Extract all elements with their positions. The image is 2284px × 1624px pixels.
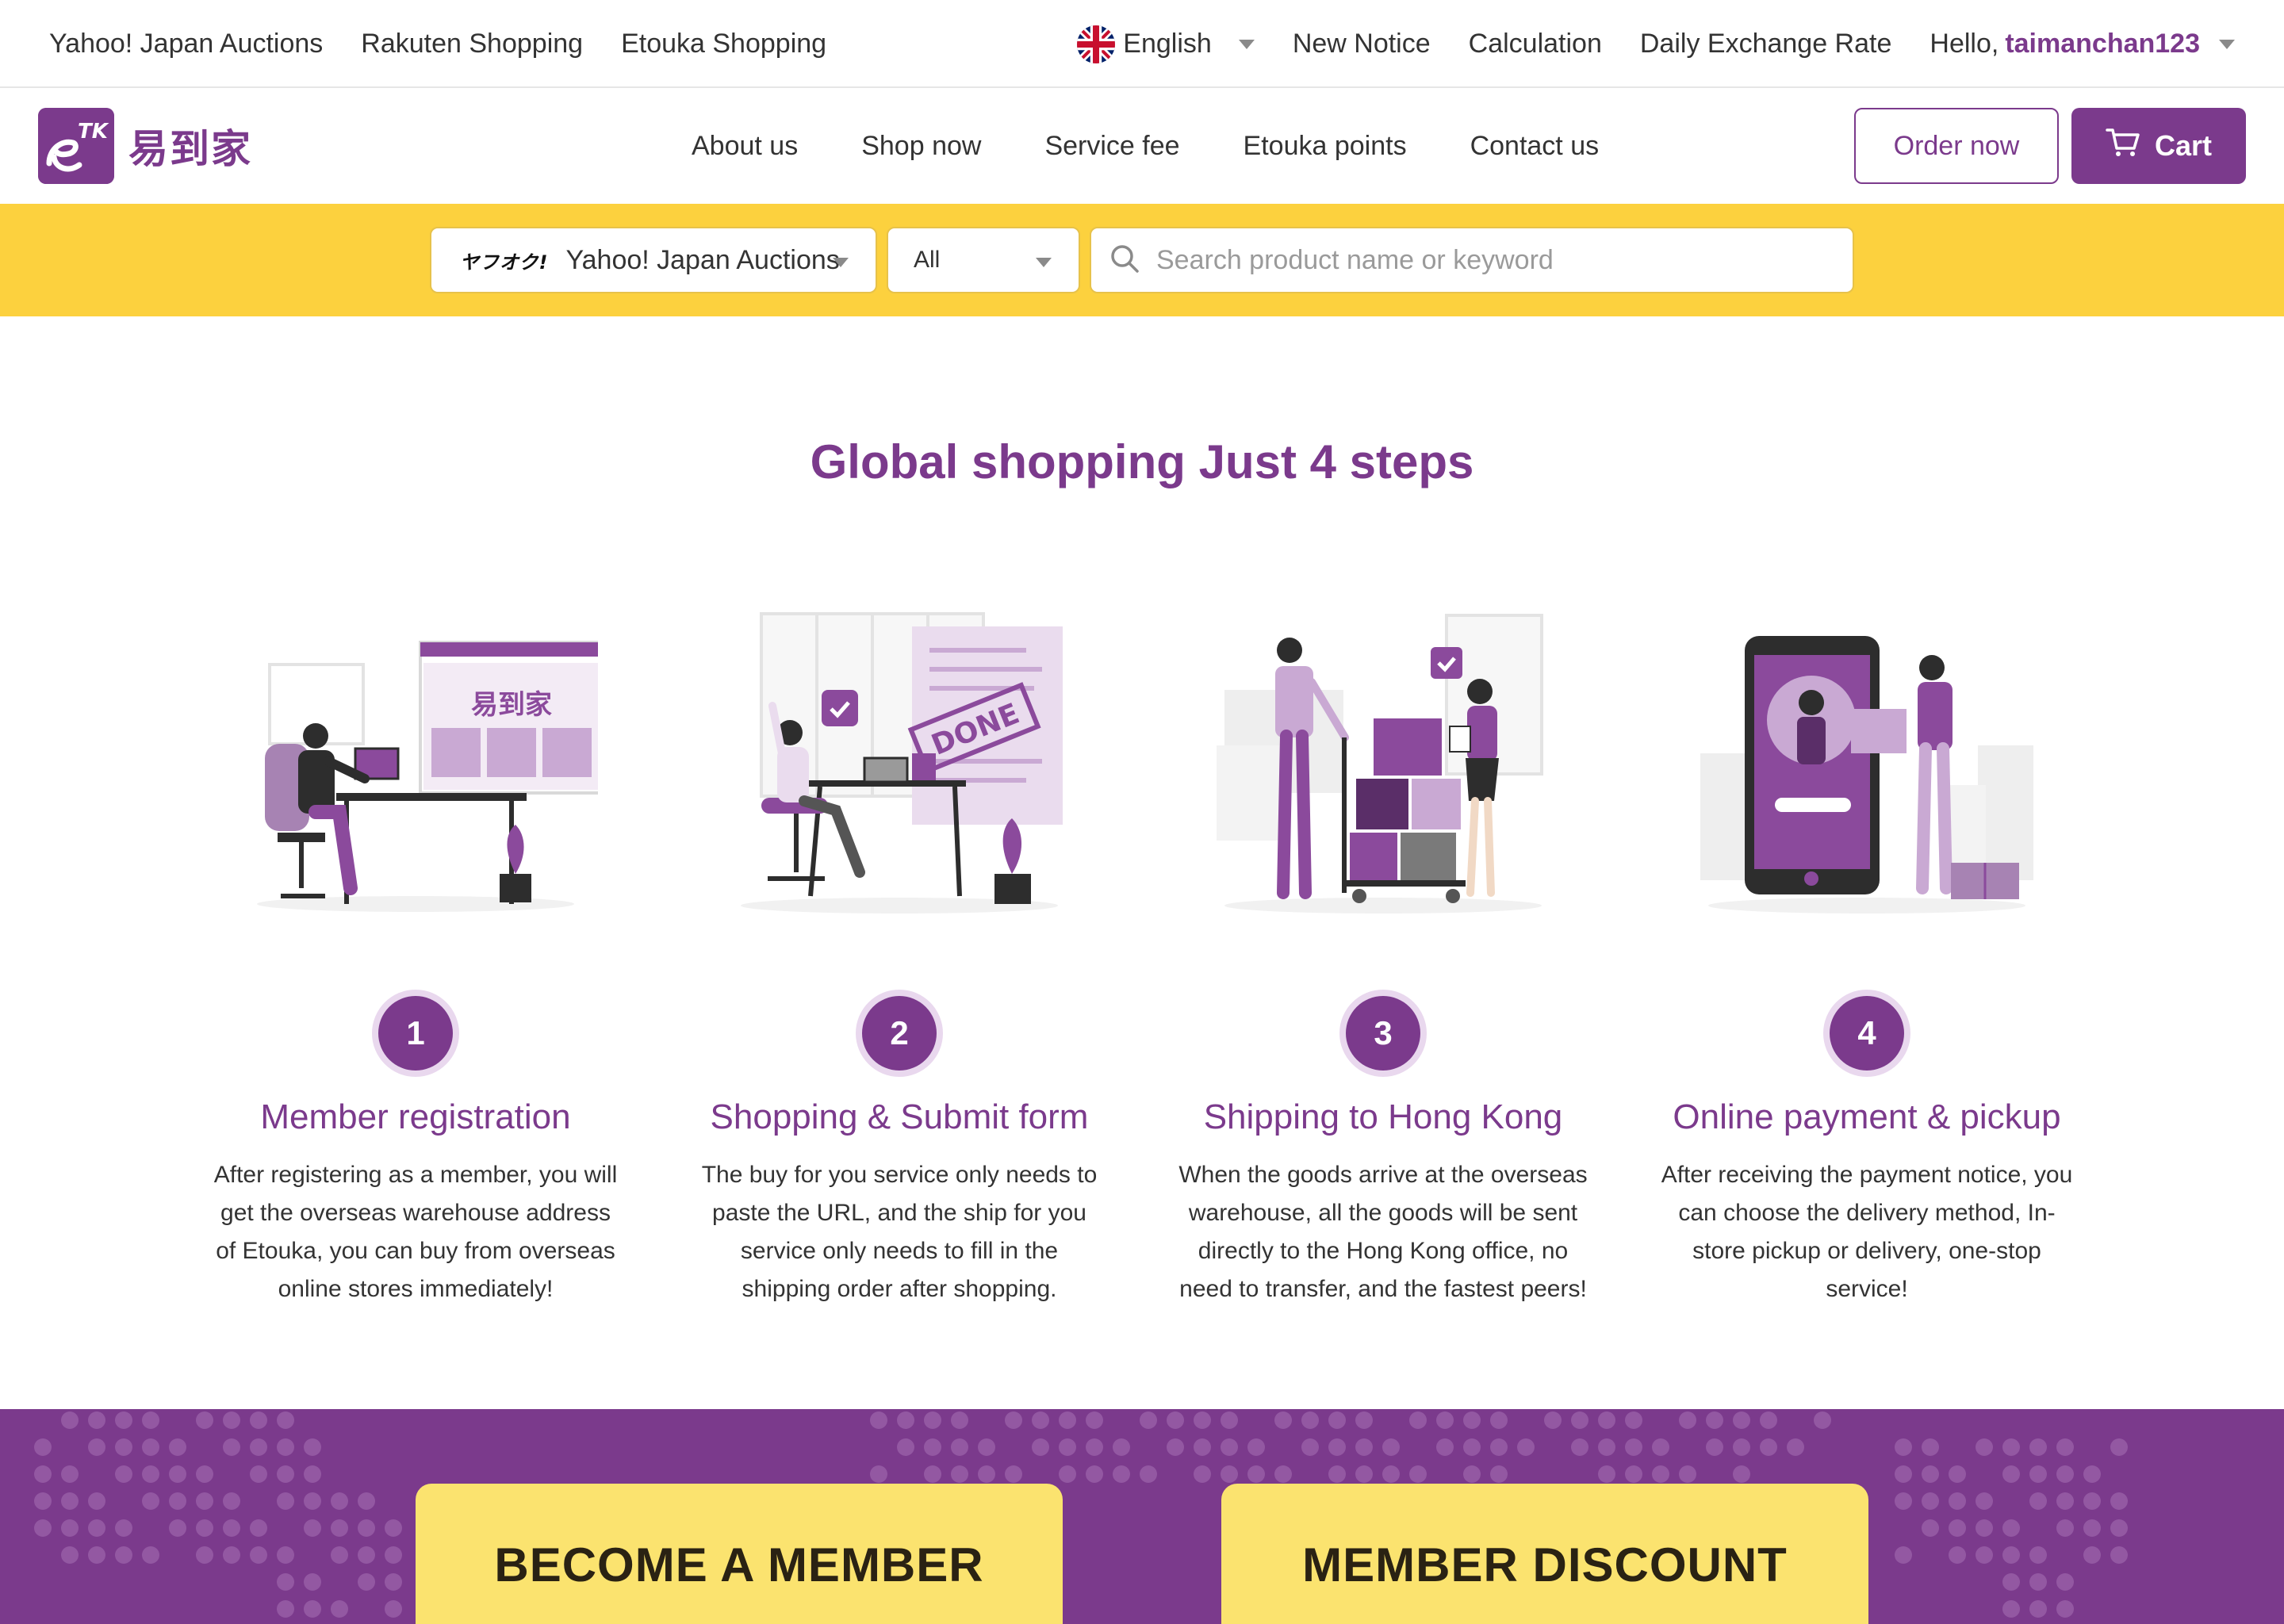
become-member-button[interactable]: BECOME A MEMBER [416, 1484, 1063, 1624]
chevron-down-icon [2219, 39, 2235, 49]
account-links: English New Notice Calculation Daily Exc… [1077, 0, 2235, 88]
step-3: 3 Shipping to Hong Kong When the goods a… [1161, 603, 1605, 1302]
cart-icon [2106, 127, 2140, 166]
link-etouka-shopping[interactable]: Etouka Shopping [621, 29, 826, 59]
yahoo-auctions-logo: ヤフオク! [460, 251, 549, 274]
step-number: 4 [1830, 996, 1904, 1071]
step-2: DONE 2 Shopping & Submit form The buy fo… [677, 603, 1121, 1302]
greeting-text: Hello, [1930, 29, 1999, 59]
search-input[interactable] [1156, 244, 1807, 276]
svg-text:TK: TK [78, 120, 109, 144]
language-selector[interactable]: English [1077, 25, 1255, 63]
chevron-down-icon [1036, 258, 1052, 267]
world-dot-map-decoration [34, 1411, 2128, 1618]
step-title: Member registration [260, 1097, 571, 1136]
membership-banner: BECOME A MEMBER MEMBER DISCOUNT [0, 1409, 2284, 1624]
nav-shop-now[interactable]: Shop now [861, 131, 981, 162]
step-title: Shopping & Submit form [710, 1097, 1089, 1136]
search-field [1090, 227, 1854, 293]
marketplace-links: Yahoo! Japan Auctions Rakuten Shopping E… [49, 0, 826, 88]
shipping-boxes-illustration [1201, 603, 1565, 920]
step-description: After registering as a member, you will … [213, 1162, 618, 1302]
step-number: 3 [1346, 996, 1420, 1071]
primary-nav-links: About us Shop now Service fee Etouka poi… [692, 88, 1599, 204]
cart-label: Cart [2154, 129, 2213, 162]
category-select[interactable]: All [887, 227, 1080, 293]
category-select-value: All [914, 247, 941, 273]
etk-logo-icon: TK [38, 108, 114, 184]
link-yahoo-auctions[interactable]: Yahoo! Japan Auctions [49, 29, 323, 59]
step-number-badge: 3 [1339, 990, 1427, 1077]
link-daily-exchange-rate[interactable]: Daily Exchange Rate [1640, 29, 1892, 59]
link-new-notice[interactable]: New Notice [1293, 29, 1431, 59]
computer-registration-illustration: 易到家 [233, 603, 604, 920]
nav-about-us[interactable]: About us [692, 131, 798, 162]
language-label: English [1123, 29, 1212, 59]
done-form-illustration: DONE [717, 603, 1082, 920]
nav-etouka-points[interactable]: Etouka points [1244, 131, 1407, 162]
step-number-badge: 1 [372, 990, 459, 1077]
step-description: After receiving the payment notice, you … [1661, 1162, 2073, 1302]
step-description: The buy for you service only needs to pa… [701, 1162, 1098, 1302]
site-select[interactable]: ヤフオク! Yahoo! Japan Auctions [430, 227, 877, 293]
steps-heading: Global shopping Just 4 steps [810, 435, 1474, 488]
member-discount-button[interactable]: MEMBER DISCOUNT [1221, 1484, 1868, 1624]
search-bar: ヤフオク! Yahoo! Japan Auctions All [0, 204, 2284, 316]
step-title: Online payment & pickup [1673, 1097, 2061, 1136]
uk-flag-icon [1077, 25, 1116, 63]
top-utility-bar: Yahoo! Japan Auctions Rakuten Shopping E… [0, 0, 2284, 88]
step-description: When the goods arrive at the overseas wa… [1178, 1162, 1588, 1302]
step-number-badge: 2 [856, 990, 943, 1077]
step-number-badge: 4 [1823, 990, 1910, 1077]
step-title: Shipping to Hong Kong [1203, 1097, 1563, 1136]
main-navigation: TK 易到家 About us Shop now Service fee Eto… [0, 88, 2284, 204]
step-4: 4 Online payment & pickup After receivin… [1645, 603, 2089, 1302]
nav-contact-us[interactable]: Contact us [1470, 131, 1600, 162]
search-icon [1109, 243, 1140, 278]
link-calculation[interactable]: Calculation [1469, 29, 1602, 59]
cart-button[interactable]: Cart [2071, 108, 2246, 184]
username: taimanchan123 [2005, 29, 2200, 59]
site-select-value: Yahoo! Japan Auctions [565, 244, 840, 275]
phone-payment-illustration [1684, 603, 2049, 920]
step-1: 易到家 1 Member registration After register… [194, 603, 638, 1302]
chevron-down-icon [1238, 39, 1255, 49]
link-rakuten-shopping[interactable]: Rakuten Shopping [361, 29, 583, 59]
illustration-logo-text: 易到家 [471, 689, 552, 721]
chevron-down-icon [833, 258, 849, 267]
order-now-button[interactable]: Order now [1854, 108, 2059, 184]
step-number: 1 [378, 996, 453, 1071]
site-logo[interactable]: TK 易到家 [38, 108, 252, 184]
step-number: 2 [862, 996, 937, 1071]
user-menu[interactable]: Hello, taimanchan123 [1930, 29, 2235, 59]
logo-text: 易到家 [128, 126, 252, 172]
nav-service-fee[interactable]: Service fee [1044, 131, 1179, 162]
